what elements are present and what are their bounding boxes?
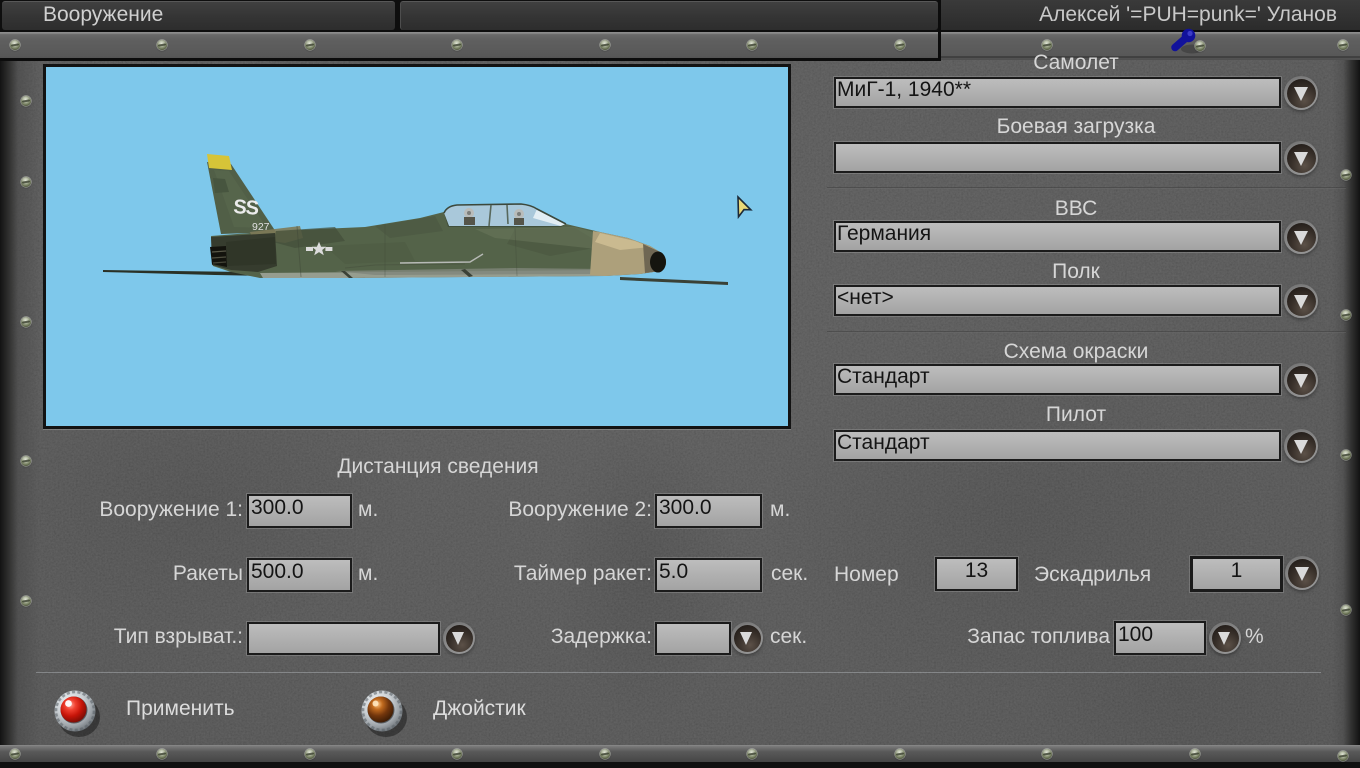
svg-text:SS: SS (233, 196, 260, 220)
svg-text:927: 927 (252, 221, 270, 233)
